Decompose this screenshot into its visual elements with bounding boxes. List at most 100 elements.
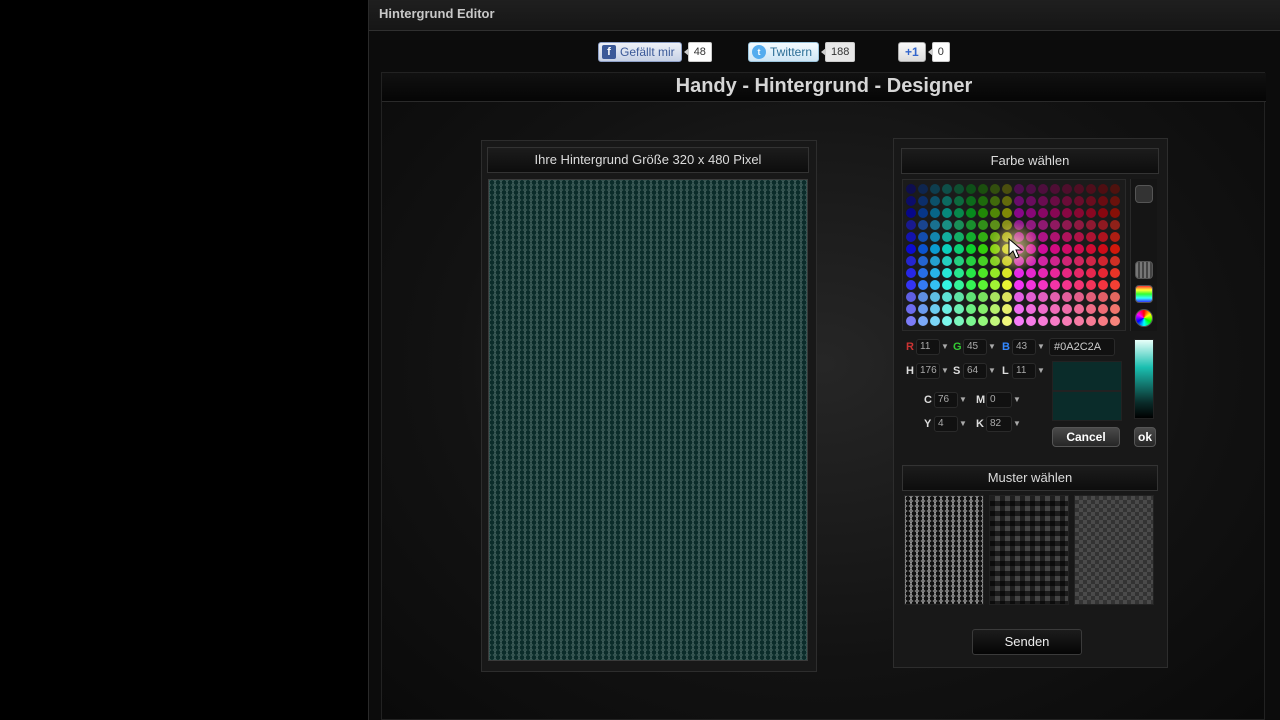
color-swatch-dot[interactable] [966,268,976,278]
color-swatch-dot[interactable] [906,256,916,266]
color-swatch-dot[interactable] [906,304,916,314]
hue-input[interactable]: 176 [916,363,940,379]
color-swatch-dot[interactable] [954,268,964,278]
color-swatch-dot[interactable] [1038,232,1048,242]
color-swatch-dot[interactable] [966,220,976,230]
color-swatch-dot[interactable] [930,316,940,326]
color-swatch-dot[interactable] [1062,256,1072,266]
color-swatch-dot[interactable] [930,208,940,218]
color-swatch-dot[interactable] [1050,208,1060,218]
color-swatch-dot[interactable] [1050,184,1060,194]
color-swatch-dot[interactable] [966,184,976,194]
color-swatch-dot[interactable] [1098,232,1108,242]
color-swatch-dot[interactable] [906,268,916,278]
palette-mode-icon[interactable] [1135,185,1153,203]
color-swatch-dot[interactable] [1002,304,1012,314]
color-swatch-dot[interactable] [1110,256,1120,266]
color-swatch-dot[interactable] [1098,220,1108,230]
color-swatch-dot[interactable] [1098,196,1108,206]
color-swatch-dot[interactable] [978,220,988,230]
color-swatch-dot[interactable] [1086,256,1096,266]
color-swatch-dot[interactable] [1098,244,1108,254]
color-swatch-dot[interactable] [1074,280,1084,290]
color-swatch-dot[interactable] [990,280,1000,290]
key-spin-icon[interactable]: ▼ [1012,416,1022,432]
facebook-like-button[interactable]: f Gefällt mir [598,41,682,62]
color-swatch-dot[interactable] [1110,304,1120,314]
color-swatch-dot[interactable] [954,304,964,314]
color-swatch-dot[interactable] [942,196,952,206]
lightness-spin-icon[interactable]: ▼ [1036,363,1046,379]
color-swatch-dot[interactable] [1110,196,1120,206]
color-swatch-dot[interactable] [942,208,952,218]
color-swatch-dot[interactable] [1110,232,1120,242]
color-swatch-dot[interactable] [1062,196,1072,206]
color-swatch-dot[interactable] [942,184,952,194]
color-swatch-dot[interactable] [906,196,916,206]
color-swatch-dot[interactable] [1062,316,1072,326]
color-swatch-dot[interactable] [906,244,916,254]
color-swatch-dot[interactable] [1062,280,1072,290]
color-swatch-dot[interactable] [1062,268,1072,278]
color-swatch-dot[interactable] [990,208,1000,218]
color-swatch-dot[interactable] [906,208,916,218]
color-swatch-dot[interactable] [966,244,976,254]
color-swatch-dot[interactable] [930,184,940,194]
color-swatch-dot[interactable] [1062,232,1072,242]
color-swatch-dot[interactable] [1062,184,1072,194]
color-swatch-dot[interactable] [978,316,988,326]
pattern-carbon[interactable] [989,495,1069,605]
color-swatch-dot[interactable] [954,232,964,242]
color-swatch-dot[interactable] [930,280,940,290]
color-swatch-dot[interactable] [942,268,952,278]
color-swatch-dot[interactable] [1110,208,1120,218]
color-swatch-dot[interactable] [966,196,976,206]
color-swatch-dot[interactable] [1062,304,1072,314]
color-swatch-dot[interactable] [918,208,928,218]
color-swatch-dot[interactable] [954,244,964,254]
color-swatch-dot[interactable] [1062,220,1072,230]
color-swatch-dot[interactable] [1014,292,1024,302]
color-swatch-dot[interactable] [1086,232,1096,242]
color-swatch-dot[interactable] [1026,196,1036,206]
color-swatch-dot[interactable] [942,304,952,314]
color-swatch-dot[interactable] [1038,304,1048,314]
color-swatch-dot[interactable] [1038,292,1048,302]
color-swatch-dot[interactable] [1074,196,1084,206]
color-swatch-dot[interactable] [1002,292,1012,302]
color-swatch-dot[interactable] [918,292,928,302]
color-swatch-dot[interactable] [1074,220,1084,230]
color-swatch-dot[interactable] [918,316,928,326]
color-swatch-dot[interactable] [1074,292,1084,302]
lightness-slider[interactable] [1134,339,1154,419]
green-input[interactable]: 45 [963,339,987,355]
color-swatch-dot[interactable] [1002,208,1012,218]
color-swatch-dot[interactable] [990,304,1000,314]
green-spin-icon[interactable]: ▼ [987,339,997,355]
color-swatch-dot[interactable] [1014,304,1024,314]
color-swatch-dot[interactable] [954,256,964,266]
color-swatch-dot[interactable] [930,256,940,266]
color-swatch-dot[interactable] [1098,292,1108,302]
pattern-honeycomb[interactable] [904,495,984,605]
color-swatch-dot[interactable] [930,292,940,302]
color-swatch-dot[interactable] [1050,244,1060,254]
hex-input[interactable]: #0A2C2A [1049,338,1115,356]
red-input[interactable]: 11 [916,339,940,355]
color-swatch-dot[interactable] [942,280,952,290]
color-swatch-dot[interactable] [978,184,988,194]
color-swatch-dot[interactable] [1050,280,1060,290]
color-swatch-dot[interactable] [1002,196,1012,206]
blue-spin-icon[interactable]: ▼ [1036,339,1046,355]
color-swatch-dot[interactable] [906,220,916,230]
blue-input[interactable]: 43 [1012,339,1036,355]
color-swatch-dot[interactable] [1098,304,1108,314]
color-swatch-dot[interactable] [906,292,916,302]
color-swatch-dot[interactable] [1110,316,1120,326]
color-swatch-dot[interactable] [990,292,1000,302]
color-swatch-dot[interactable] [1026,292,1036,302]
color-swatch-dot[interactable] [1038,280,1048,290]
color-swatch-dot[interactable] [1074,256,1084,266]
color-swatch-dot[interactable] [906,316,916,326]
yellow-spin-icon[interactable]: ▼ [958,416,968,432]
